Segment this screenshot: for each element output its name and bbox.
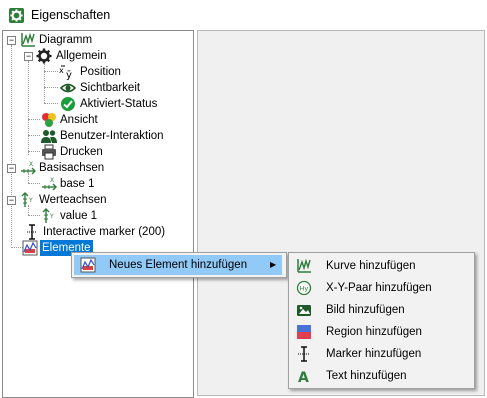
xy-position-icon: x ȳ — [59, 65, 72, 80]
tree-label-drucken: Drucken — [60, 146, 103, 158]
tree-node-diagramm[interactable]: − Diagramm — [3, 32, 191, 48]
image-icon — [297, 305, 311, 316]
tree-node-werteachsen[interactable]: − Y Werteachsen — [3, 192, 191, 208]
gear-icon — [9, 8, 24, 23]
submenu-arrow-icon: ▶ — [270, 260, 277, 269]
menu-label-marker: Marker hinzufügen — [326, 348, 422, 360]
svg-text:X: X — [29, 161, 33, 168]
menu-item-xy-paar-hinzufuegen[interactable]: Hy X-Y-Paar hinzufügen — [291, 277, 471, 299]
menu-item-text-hinzufuegen[interactable]: A Text hinzufügen — [291, 365, 471, 387]
text-icon: A — [298, 370, 309, 384]
x-axis-icon: X — [42, 177, 57, 191]
menu-item-neues-element-hinzufuegen[interactable]: Neues Element hinzufügen ▶ — [74, 255, 282, 275]
tree-label-sichtbarkeit: Sichtbarkeit — [80, 82, 141, 94]
tree-node-value-1[interactable]: Y value 1 — [3, 208, 191, 224]
menu-label-kurve: Kurve hinzufügen — [326, 260, 416, 272]
tree-label-allgemein: Allgemein — [56, 50, 107, 62]
color-palette-icon — [42, 113, 56, 127]
menu-item-bild-hinzufuegen[interactable]: Bild hinzufügen — [291, 299, 471, 321]
svg-text:A: A — [298, 370, 309, 384]
region-icon — [297, 325, 311, 339]
menu-item-marker-hinzufuegen[interactable]: Marker hinzufügen — [291, 343, 471, 365]
tree-label-ansicht: Ansicht — [60, 114, 98, 126]
context-menu: Neues Element hinzufügen ▶ — [71, 252, 287, 278]
tree-node-ansicht[interactable]: Ansicht — [3, 112, 191, 128]
tree-label-interactive-marker: Interactive marker (200) — [43, 226, 166, 238]
collapse-toggle[interactable]: − — [7, 196, 16, 205]
svg-text:X: X — [50, 177, 54, 184]
tree-label-value-1: value 1 — [60, 210, 98, 222]
tree-node-aktiviert-status[interactable]: Aktiviert-Status — [3, 96, 191, 112]
menu-item-kurve-hinzufuegen[interactable]: Kurve hinzufügen — [291, 255, 471, 277]
tree-label-diagramm: Diagramm — [39, 34, 93, 46]
submenu-add-element: Kurve hinzufügen Hy X-Y-Paar hinzufügen … — [288, 252, 475, 389]
tree-node-base-1[interactable]: X base 1 — [3, 176, 191, 192]
y-axis-icon: Y — [42, 208, 54, 223]
tree-node-drucken[interactable]: Drucken — [3, 144, 191, 160]
svg-text:Y: Y — [49, 213, 54, 220]
property-tree[interactable]: − Diagramm − Allgemein x ȳ Position Sich… — [2, 30, 194, 398]
elements-icon — [80, 257, 96, 273]
gear-icon — [36, 48, 52, 64]
svg-text:ȳ: ȳ — [66, 70, 72, 80]
tree-label-position: Position — [80, 66, 121, 78]
tree-node-sichtbarkeit[interactable]: Sichtbarkeit — [3, 80, 191, 96]
tree-label-benutzer-interaktion: Benutzer-Interaktion — [60, 130, 164, 142]
tree-node-benutzer-interaktion[interactable]: Benutzer-Interaktion — [3, 128, 191, 144]
tree-node-position[interactable]: x ȳ Position — [3, 64, 191, 80]
menu-label-neues-element: Neues Element hinzufügen — [109, 259, 248, 271]
check-circle-icon — [61, 97, 75, 111]
users-icon — [41, 130, 57, 143]
tree-node-basisachsen[interactable]: − X Basisachsen — [3, 160, 191, 176]
printer-icon — [42, 144, 56, 160]
tree-label-werteachsen: Werteachsen — [39, 194, 107, 206]
menu-label-text: Text hinzufügen — [326, 370, 407, 382]
xy-pair-icon: Hy — [296, 280, 312, 296]
collapse-toggle[interactable]: − — [7, 164, 16, 173]
y-axis-icon: Y — [21, 192, 33, 207]
marker-icon — [27, 224, 37, 240]
menu-item-region-hinzufuegen[interactable]: Region hinzufügen — [291, 321, 471, 343]
svg-text:Y: Y — [28, 197, 33, 204]
eye-icon — [60, 83, 76, 93]
tree-label-aktiviert-status: Aktiviert-Status — [80, 98, 158, 110]
collapse-toggle[interactable]: − — [24, 52, 33, 61]
x-axis-icon: X — [21, 161, 36, 175]
window-title: Eigenschaften — [31, 8, 111, 22]
menu-label-xy-paar: X-Y-Paar hinzufügen — [326, 282, 432, 294]
marker-icon — [298, 346, 310, 362]
svg-text:x: x — [59, 66, 64, 75]
tree-label-base-1: base 1 — [60, 178, 95, 190]
title-bar: Eigenschaften — [0, 0, 487, 30]
tree-label-basisachsen: Basisachsen — [39, 162, 105, 174]
tree-node-interactive-marker[interactable]: Interactive marker (200) — [3, 224, 191, 240]
menu-label-region: Region hinzufügen — [326, 326, 422, 338]
curve-icon — [297, 258, 311, 273]
tree-node-allgemein[interactable]: − Allgemein — [3, 48, 191, 64]
svg-text:Hy: Hy — [300, 285, 309, 293]
collapse-toggle[interactable]: − — [7, 36, 16, 45]
menu-label-bild: Bild hinzufügen — [326, 304, 405, 316]
curve-chart-icon — [21, 32, 35, 47]
elements-icon — [22, 240, 38, 256]
